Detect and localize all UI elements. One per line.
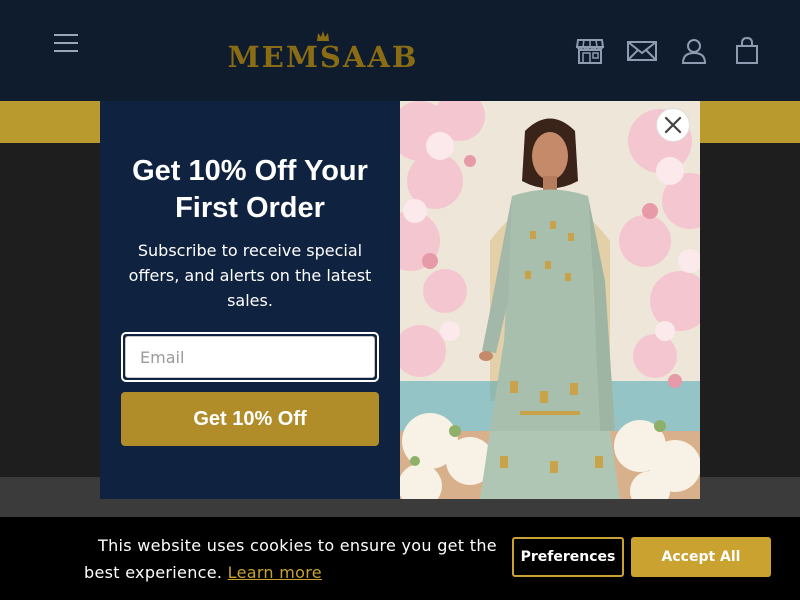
cookie-banner: This website uses cookies to ensure you … <box>0 517 800 600</box>
hamburger-menu-icon[interactable] <box>54 33 78 53</box>
popup-model-image <box>400 101 700 499</box>
popup-subtext: Subscribe to receive special offers, and… <box>128 241 372 310</box>
preferences-button[interactable]: Preferences <box>512 537 624 577</box>
popup-headline: Get 10% Off Your First Order <box>132 155 368 224</box>
email-field[interactable] <box>125 336 375 378</box>
site-logo[interactable]: MEMSAAB <box>222 30 424 75</box>
shopping-bag-icon[interactable] <box>732 37 762 65</box>
get-discount-button[interactable]: Get 10% Off <box>121 392 379 446</box>
close-icon <box>664 116 682 134</box>
user-icon[interactable] <box>680 37 710 65</box>
site-header: MEMSAAB <box>0 0 800 102</box>
email-field-wrapper <box>121 332 379 382</box>
crown-icon <box>317 31 329 41</box>
accept-all-button[interactable]: Accept All <box>631 537 771 577</box>
cookie-message-block: This website uses cookies to ensure you … <box>84 532 504 586</box>
mail-icon[interactable] <box>627 37 657 65</box>
learn-more-link[interactable]: Learn more <box>228 563 322 582</box>
store-icon[interactable] <box>575 37 605 65</box>
popup-form-panel: Get 10% Off Your First Order Subscribe t… <box>100 101 400 499</box>
logo-text: MEMSAAB <box>227 40 419 74</box>
close-popup-button[interactable] <box>656 108 690 142</box>
model-photo <box>400 101 700 499</box>
discount-popup: Get 10% Off Your First Order Subscribe t… <box>100 101 700 499</box>
